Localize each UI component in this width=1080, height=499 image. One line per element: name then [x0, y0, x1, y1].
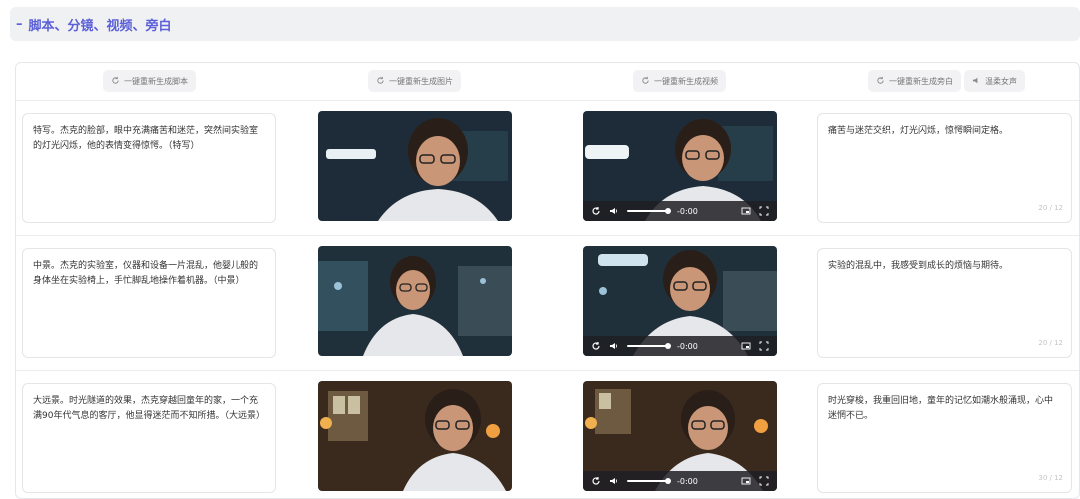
video-player[interactable]: -0:00 — [583, 381, 777, 491]
voice-select-button[interactable]: 温柔女声 — [964, 70, 1025, 92]
portrait-image — [318, 111, 512, 221]
narration-text: 痛苦与迷茫交织，灯光闪烁，惊愕瞬间定格。 — [828, 126, 1009, 136]
pip-icon[interactable] — [741, 476, 751, 486]
char-counter: 20 / 12 — [1038, 204, 1063, 212]
video-time: -0:00 — [677, 476, 698, 486]
regenerate-images-button[interactable]: 一键重新生成图片 — [368, 70, 461, 92]
video-player[interactable]: -0:00 — [583, 111, 777, 221]
char-counter: 20 / 12 — [1038, 339, 1063, 347]
storyboard-row: 特写。杰克的脸部，眼中充满痛苦和迷茫，突然间实验室的灯光闪烁，他的表情变得惊愕。… — [16, 101, 1079, 236]
refresh-icon — [376, 76, 385, 87]
regenerate-images-label: 一键重新生成图片 — [389, 76, 453, 86]
collapse-toggle[interactable]: – — [16, 17, 23, 32]
video-time: -0:00 — [677, 341, 698, 351]
char-counter: 30 / 12 — [1038, 474, 1063, 482]
portrait-image — [318, 246, 512, 356]
video-controls: -0:00 — [583, 336, 777, 356]
narration-text: 时光穿梭，我重回旧地，童年的记忆如潮水般涌现，心中迷惘不已。 — [828, 396, 1054, 421]
replay-icon[interactable] — [591, 341, 601, 351]
storyboard-row: 大远景。时光隧道的效果，杰克穿越回童年的家，一个充满90年代气息的客厅，他显得迷… — [16, 371, 1079, 498]
portrait-image — [318, 381, 512, 491]
refresh-icon — [876, 76, 885, 87]
fullscreen-icon[interactable] — [759, 206, 769, 216]
script-text: 大远景。时光隧道的效果，杰克穿越回童年的家，一个充满90年代气息的客厅，他显得迷… — [33, 396, 265, 421]
script-textbox[interactable]: 中景。杰克的实验室，仪器和设备一片混乱，他婴儿般的身体坐在实验椅上，手忙脚乱地操… — [22, 248, 276, 358]
volume-slider[interactable] — [627, 343, 671, 349]
storyboard-image[interactable] — [318, 246, 512, 356]
pip-icon[interactable] — [741, 341, 751, 351]
script-textbox[interactable]: 特写。杰克的脸部，眼中充满痛苦和迷茫，突然间实验室的灯光闪烁，他的表情变得惊愕。… — [22, 113, 276, 223]
fullscreen-icon[interactable] — [759, 476, 769, 486]
pip-icon[interactable] — [741, 206, 751, 216]
volume-icon[interactable] — [609, 206, 619, 216]
narration-textbox[interactable]: 实验的混乱中，我感受到成长的烦恼与期待。 20 / 12 — [817, 248, 1072, 358]
narration-text: 实验的混乱中，我感受到成长的烦恼与期待。 — [828, 261, 1009, 271]
storyboard-panel: 一键重新生成脚本 一键重新生成图片 一键重新生成视频 一键重新生成旁白 温柔女声… — [15, 62, 1080, 499]
storyboard-image[interactable] — [318, 111, 512, 221]
volume-icon[interactable] — [609, 476, 619, 486]
storyboard-image[interactable] — [318, 381, 512, 491]
regenerate-narration-label: 一键重新生成旁白 — [889, 76, 953, 86]
script-text: 中景。杰克的实验室，仪器和设备一片混乱，他婴儿般的身体坐在实验椅上，手忙脚乱地操… — [33, 261, 259, 286]
replay-icon[interactable] — [591, 476, 601, 486]
narration-textbox[interactable]: 痛苦与迷茫交织，灯光闪烁，惊愕瞬间定格。 20 / 12 — [817, 113, 1072, 223]
script-textbox[interactable]: 大远景。时光隧道的效果，杰克穿越回童年的家，一个充满90年代气息的客厅，他显得迷… — [22, 383, 276, 493]
regenerate-videos-label: 一键重新生成视频 — [654, 76, 718, 86]
section-header[interactable]: – 脚本、分镜、视频、旁白 — [10, 7, 1080, 41]
video-controls: -0:00 — [583, 471, 777, 491]
speaker-icon — [972, 76, 981, 87]
refresh-icon — [641, 76, 650, 87]
narration-textbox[interactable]: 时光穿梭，我重回旧地，童年的记忆如潮水般涌现，心中迷惘不已。 30 / 12 — [817, 383, 1072, 493]
volume-icon[interactable] — [609, 341, 619, 351]
replay-icon[interactable] — [591, 206, 601, 216]
regenerate-script-label: 一键重新生成脚本 — [124, 76, 188, 86]
fullscreen-icon[interactable] — [759, 341, 769, 351]
storyboard-row: 中景。杰克的实验室，仪器和设备一片混乱，他婴儿般的身体坐在实验椅上，手忙脚乱地操… — [16, 236, 1079, 371]
video-time: -0:00 — [677, 206, 698, 216]
volume-slider[interactable] — [627, 208, 671, 214]
voice-label: 温柔女声 — [985, 76, 1017, 86]
regenerate-script-button[interactable]: 一键重新生成脚本 — [103, 70, 196, 92]
video-controls: -0:00 — [583, 201, 777, 221]
refresh-icon — [111, 76, 120, 87]
script-text: 特写。杰克的脸部，眼中充满痛苦和迷茫，突然间实验室的灯光闪烁，他的表情变得惊愕。… — [33, 126, 259, 151]
regenerate-narration-button[interactable]: 一键重新生成旁白 — [868, 70, 961, 92]
volume-slider[interactable] — [627, 478, 671, 484]
toolbar: 一键重新生成脚本 一键重新生成图片 一键重新生成视频 一键重新生成旁白 温柔女声 — [16, 63, 1079, 101]
regenerate-videos-button[interactable]: 一键重新生成视频 — [633, 70, 726, 92]
video-player[interactable]: -0:00 — [583, 246, 777, 356]
section-title: 脚本、分镜、视频、旁白 — [28, 18, 172, 34]
